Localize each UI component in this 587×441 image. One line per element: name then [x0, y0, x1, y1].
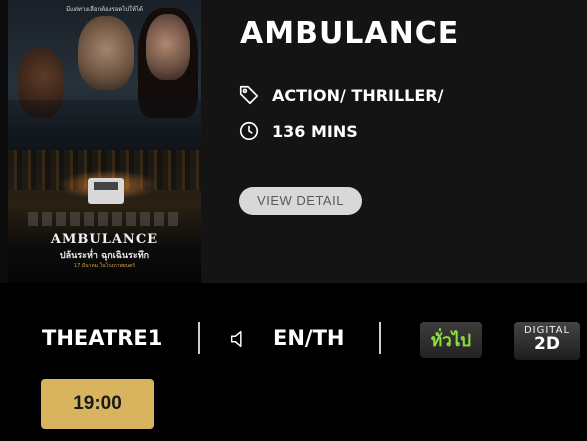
view-detail-button[interactable]: VIEW DETAIL [239, 187, 362, 215]
clock-icon [239, 121, 259, 141]
movie-title: AMBULANCE [240, 16, 460, 51]
divider [379, 322, 381, 354]
tag-icon [239, 85, 259, 105]
format-badge: DIGITAL 2D [514, 322, 580, 360]
movie-info-panel: มีแต่ทางเลือกต้องรอดไปให้ได้ AMBULANCE ป… [0, 0, 587, 283]
duration-row: 136 MINS [238, 120, 358, 142]
movie-poster[interactable]: มีแต่ทางเลือกต้องรอดไปให้ได้ AMBULANCE ป… [8, 0, 201, 283]
theatre-name: THEATRE1 [42, 326, 163, 350]
genre-row: ACTION/ THRILLER/ [238, 84, 443, 106]
genre-text: ACTION/ THRILLER/ [272, 85, 444, 105]
poster-release-date: 17 มีนาคม ในโรงภาพยนตร์ [73, 263, 136, 269]
showing-info-row: THEATRE1 EN/TH ทั่วไป DIGITAL 2D [0, 312, 587, 364]
audio-language: EN/TH [273, 326, 345, 350]
format-line2: 2D [534, 334, 560, 354]
duration-text: 136 MINS [272, 121, 358, 141]
rating-badge: ทั่วไป [420, 322, 482, 358]
poster-container: มีแต่ทางเลือกต้องรอดไปให้ได้ AMBULANCE ป… [0, 0, 201, 283]
divider [198, 322, 200, 354]
ambulance-illustration [88, 178, 124, 204]
speaker-icon [230, 330, 242, 348]
showtime-button[interactable]: 19:00 [41, 379, 154, 429]
poster-subtitle: ปล้นระห่ำ ฉุกเฉินระทึก [59, 251, 150, 261]
poster-title: AMBULANCE [50, 232, 159, 247]
